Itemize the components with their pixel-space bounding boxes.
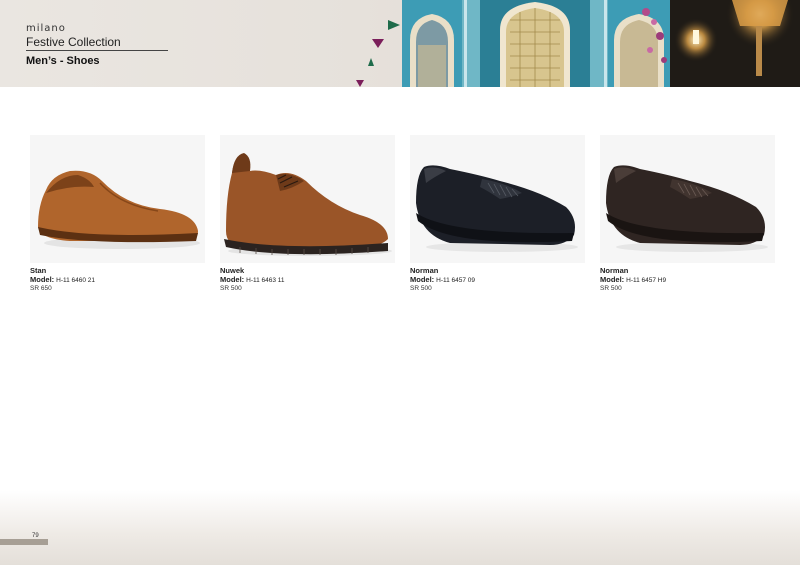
decor-triangle-purple-small (356, 80, 364, 87)
model-number: H-11 6457 09 (436, 276, 476, 284)
product-image[interactable] (220, 135, 395, 263)
decor-triangle-green-small (368, 58, 374, 66)
product-image[interactable] (410, 135, 585, 263)
moroccan-arches-image (402, 0, 800, 87)
product-name: Norman (600, 266, 629, 275)
page-number-bar (0, 539, 48, 545)
brown-loafer-image (606, 165, 768, 252)
product-image[interactable] (30, 135, 205, 263)
model-number: H-11 6457 H9 (626, 276, 667, 284)
lace-up-shoe-image (224, 153, 392, 256)
product-card[interactable]: Norman Model: H-11 6457 H9 SR 500 (600, 135, 775, 294)
decor-triangle-purple (372, 39, 384, 48)
model-number: H-11 6460 21 (56, 276, 96, 284)
page-header: milano Festive Collection Men’s - Shoes (0, 0, 800, 87)
decor-triangle-green (388, 20, 400, 30)
product-price: SR 650 (30, 285, 52, 292)
product-price: SR 500 (410, 285, 432, 292)
page-footer (0, 490, 800, 565)
model-label: Model: (600, 274, 625, 284)
product-card[interactable]: Stan Model: H-11 6460 21 SR 650 (30, 135, 205, 294)
model-number: H-11 6463 11 (246, 276, 285, 284)
product-price: SR 500 (600, 285, 622, 292)
product-name: Nuwek (220, 266, 245, 275)
loafer-shoe-image (38, 170, 200, 249)
black-loafer-image (416, 165, 578, 252)
product-price: SR 500 (220, 285, 242, 292)
product-grid: Stan Model: H-11 6460 21 SR 650 Nuwek Mo… (0, 135, 800, 305)
model-label: Model: (220, 274, 245, 284)
product-name: Norman (410, 266, 439, 275)
product-card[interactable]: Norman Model: H-11 6457 09 SR 500 (410, 135, 585, 294)
model-label: Model: (410, 274, 435, 284)
product-card[interactable]: Nuwek Model: H-11 6463 11 SR 500 (220, 135, 395, 294)
brand-logo: milano (26, 23, 66, 34)
product-name: Stan (30, 266, 47, 275)
header-photo-strip (402, 0, 800, 87)
product-image[interactable] (600, 135, 775, 263)
model-label: Model: (30, 274, 55, 284)
collection-title: Festive Collection (26, 35, 168, 51)
brand-block: milano Festive Collection (26, 24, 168, 51)
section-title: Men’s - Shoes (26, 55, 100, 67)
